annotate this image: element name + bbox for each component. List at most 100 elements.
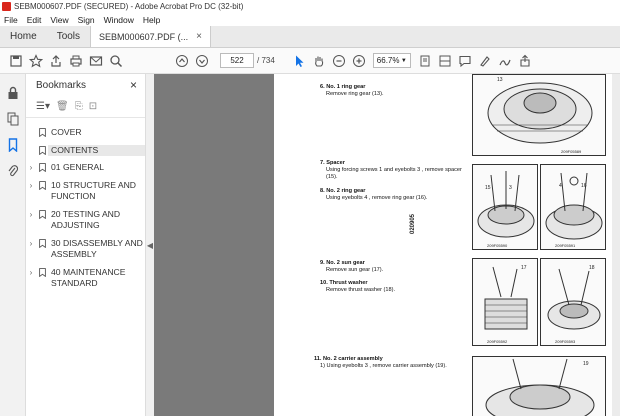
comment-icon[interactable] (455, 51, 475, 71)
bookmark-icon (36, 209, 48, 219)
close-icon[interactable]: × (130, 78, 137, 92)
zoom-value: 66.7% (376, 56, 400, 65)
step-6-title: 6. No. 1 ring gear (320, 84, 366, 90)
bookmark-item[interactable]: › 40 MAINTENANCE STANDARD (26, 264, 145, 293)
bookmark-star-icon[interactable] (26, 51, 46, 71)
bookmark-label: 40 MAINTENANCE STANDARD (51, 266, 126, 289)
upload-icon[interactable] (46, 51, 66, 71)
step-10-title: 10. Thrust washer (320, 280, 368, 286)
chevron-right-icon[interactable]: › (26, 209, 36, 221)
chevron-right-icon[interactable]: › (26, 162, 36, 174)
menu-bar: File Edit View Sign Window Help (0, 13, 620, 26)
page-number-input[interactable]: 522 (220, 53, 254, 68)
collapse-left-icon: ◀ (146, 240, 154, 250)
menu-edit[interactable]: Edit (27, 15, 42, 25)
attachments-icon[interactable] (0, 158, 26, 184)
navigation-rail (0, 74, 26, 416)
panel-collapse-handle[interactable]: ◀ (146, 74, 154, 416)
menu-view[interactable]: View (50, 15, 68, 25)
page-side-number: 020905 (410, 213, 416, 234)
print-icon[interactable] (66, 51, 86, 71)
figure-thrust-washer: 209F05593 18 (540, 258, 606, 346)
chevron-right-icon[interactable]: › (26, 238, 36, 250)
tab-document-label: SEBM000607.PDF (... (99, 31, 189, 42)
delete-bookmark-icon[interactable]: 🗑 (56, 101, 69, 112)
close-tab-icon[interactable]: × (196, 31, 202, 42)
save-icon[interactable] (6, 51, 26, 71)
main-toolbar: 522 / 734 66.7% ▼ (0, 48, 620, 74)
thrust-washer-illustration (547, 268, 601, 330)
page-total: / 734 (257, 56, 275, 65)
previous-page-icon[interactable] (172, 51, 192, 71)
search-icon[interactable] (106, 51, 126, 71)
ring-gear-illustration (487, 82, 593, 144)
bookmark-item[interactable]: CONTENTS (26, 142, 145, 160)
step-8: 8. No. 2 ring gear Using eyebolts 4 , re… (320, 188, 460, 202)
tab-tools[interactable]: Tools (47, 26, 90, 47)
zoom-in-icon[interactable] (349, 51, 369, 71)
step-11-body: 1) Using eyebolts 3 , remove carrier ass… (320, 363, 447, 369)
step-8-title: 8. No. 2 ring gear (320, 188, 366, 194)
tab-bar: Home Tools SEBM000607.PDF (... × (0, 26, 620, 48)
step-10-body: Remove thrust washer (18). (326, 287, 396, 293)
bookmark-label: 20 TESTING AND ADJUSTING (51, 208, 121, 231)
menu-file[interactable]: File (4, 15, 18, 25)
bookmark-item[interactable]: › 30 DISASSEMBLY AND ASSEMBLY (26, 235, 145, 264)
bookmark-item[interactable]: COVER (26, 124, 145, 142)
figure-caption: 209F05589 (561, 149, 582, 154)
menu-window[interactable]: Window (104, 15, 134, 25)
step-8-body: Using eyebolts 4 , remove ring gear (16)… (326, 195, 428, 201)
share-icon[interactable] (515, 51, 535, 71)
chevron-right-icon[interactable]: › (26, 267, 36, 279)
page-thumbnails-icon[interactable] (0, 106, 26, 132)
tab-document[interactable]: SEBM000607.PDF (... × (90, 26, 211, 47)
menu-sign[interactable]: Sign (78, 15, 95, 25)
step-9: 9. No. 2 sun gear Remove sun gear (17). (320, 260, 450, 274)
ring-gear-2-illustration (545, 172, 603, 240)
figure-caption: 209F05590 (487, 243, 508, 248)
tab-home[interactable]: Home (0, 26, 47, 47)
bookmarks-toolbar: ☰▾ 🗑 ⎘ ⊡ (26, 96, 145, 118)
figure-callout: 13 (497, 77, 503, 83)
bookmark-label: 10 STRUCTURE AND FUNCTION (51, 179, 136, 202)
zoom-select[interactable]: 66.7% ▼ (372, 53, 411, 68)
step-7-title: 7. Spacer (320, 160, 345, 166)
bookmarks-panel-icon[interactable] (0, 132, 26, 158)
bookmark-item[interactable]: › 10 STRUCTURE AND FUNCTION (26, 177, 145, 206)
bookmark-item[interactable]: › 20 TESTING AND ADJUSTING (26, 206, 145, 235)
bookmarks-header: Bookmarks × (26, 74, 145, 96)
step-10: 10. Thrust washer Remove thrust washer (… (320, 280, 450, 294)
figure-callout: 4 (559, 183, 562, 189)
right-scrollbar[interactable] (612, 74, 620, 416)
chevron-right-icon[interactable]: › (26, 180, 36, 192)
new-bookmark-icon[interactable]: ⎘ (75, 101, 83, 112)
document-view[interactable]: 020905 6. No. 1 ring gear Remove ring ge… (154, 74, 620, 416)
bookmark-label: COVER (51, 127, 82, 137)
figure-sun-gear: 209F05592 17 (472, 258, 538, 346)
fit-page-icon[interactable] (415, 51, 435, 71)
highlight-icon[interactable] (475, 51, 495, 71)
title-bar: SEBM000607.PDF (SECURED) - Adobe Acrobat… (0, 0, 620, 13)
bookmark-tag-icon[interactable]: ⊡ (89, 101, 97, 112)
scroll-mode-icon[interactable] (435, 51, 455, 71)
hand-tool-icon[interactable] (309, 51, 329, 71)
figure-callout: 18 (589, 265, 595, 271)
menu-help[interactable]: Help (143, 15, 160, 25)
options-menu-icon[interactable]: ☰▾ (36, 101, 50, 112)
tab-home-label: Home (10, 31, 37, 42)
email-icon[interactable] (86, 51, 106, 71)
bookmark-icon (36, 145, 48, 155)
figure-ring-gear-2: 209F05591 4 16 (540, 164, 606, 250)
select-cursor-icon[interactable] (289, 51, 309, 71)
bookmarks-panel: Bookmarks × ☰▾ 🗑 ⎘ ⊡ COVER CONTENTS › 01 GE… (26, 74, 146, 416)
sign-icon[interactable] (495, 51, 515, 71)
next-page-icon[interactable] (192, 51, 212, 71)
bookmark-item[interactable]: › 01 GENERAL (26, 159, 145, 177)
bookmark-icon (36, 162, 48, 172)
bookmark-icon (36, 238, 48, 248)
bookmark-icon (36, 180, 48, 190)
chevron-down-icon: ▼ (400, 57, 407, 64)
zoom-out-icon[interactable] (329, 51, 349, 71)
step-7-body: Using forcing screws 1 and eyebolts 3 , … (326, 167, 462, 180)
lock-icon[interactable] (0, 80, 26, 106)
